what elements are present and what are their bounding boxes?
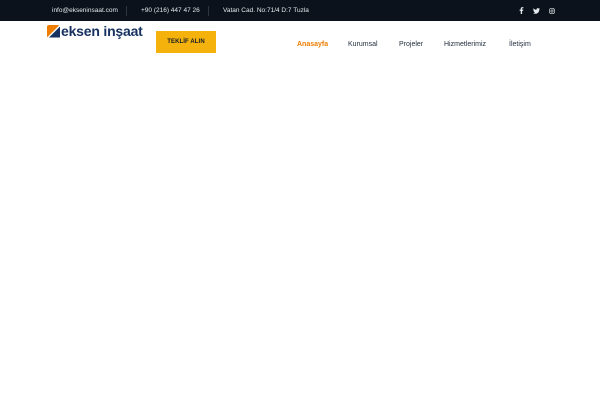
- divider: [208, 6, 209, 16]
- logo-text: eksen inşaat: [61, 23, 143, 39]
- address-text: Vatan Cad. No:71/4 D:7 Tuzla: [223, 7, 309, 14]
- nav-item-kurumsal[interactable]: Kurumsal: [348, 38, 378, 52]
- logo-mark-icon: [47, 24, 60, 38]
- email-link[interactable]: info@ekseninsaat.com: [52, 0, 118, 21]
- social-links: [518, 0, 555, 21]
- facebook-icon[interactable]: [518, 0, 525, 21]
- phone-link[interactable]: +90 (216) 447 47 26: [141, 0, 200, 21]
- nav-item-anasayfa[interactable]: Anasayfa: [297, 38, 328, 52]
- divider: [126, 6, 127, 16]
- instagram-icon[interactable]: [548, 0, 555, 21]
- top-bar: info@ekseninsaat.com +90 (216) 447 47 26…: [0, 0, 600, 21]
- get-quote-button[interactable]: TEKLİF ALIN: [156, 31, 216, 53]
- nav-item-hizmetlerimiz[interactable]: Hizmetlerimiz: [444, 38, 486, 52]
- twitter-icon[interactable]: [533, 0, 540, 21]
- nav-item-projeler[interactable]: Projeler: [399, 38, 423, 52]
- nav-item-iletisim[interactable]: İletişim: [509, 38, 531, 52]
- site-logo[interactable]: eksen inşaat: [47, 22, 143, 40]
